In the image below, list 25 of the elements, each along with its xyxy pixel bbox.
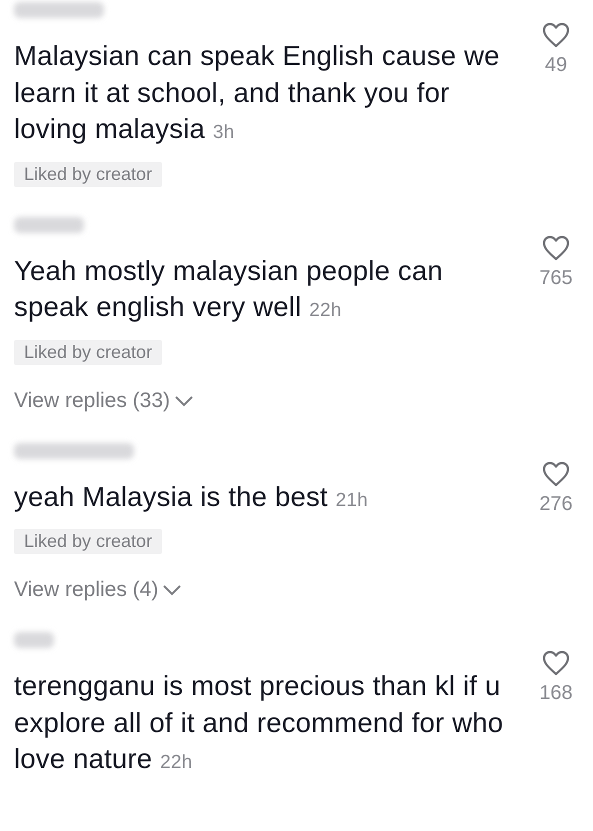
comment-time: 22h <box>160 752 192 773</box>
like-count: 276 <box>539 492 573 516</box>
blurred-username <box>14 632 54 648</box>
comment-time: 3h <box>212 122 234 143</box>
comment-text: Malaysian can speak English cause we learn it at school, and thank you for loving malaysia 3h <box>14 39 501 146</box>
liked-by-creator-label: Liked by creator <box>14 162 162 186</box>
like-count: 765 <box>539 266 573 290</box>
comment-time: 21h <box>336 490 368 510</box>
heart-icon[interactable] <box>542 460 570 486</box>
heart-icon[interactable] <box>542 234 570 260</box>
comment-time: 22h <box>309 300 342 321</box>
view-replies-button[interactable]: View replies (4) <box>14 578 182 602</box>
liked-by-creator-label: Liked by creator <box>14 340 162 364</box>
chevron-down-icon <box>162 584 182 596</box>
heart-icon[interactable] <box>542 650 570 676</box>
comment-text: yeah Malaysia is the best 21h <box>14 480 369 514</box>
liked-by-creator-label: Liked by creator <box>14 529 162 554</box>
blurred-username <box>14 216 84 232</box>
chevron-down-icon <box>174 394 194 406</box>
like-count: 168 <box>539 682 573 705</box>
like-count: 49 <box>544 54 568 77</box>
heart-icon[interactable] <box>542 22 570 48</box>
comment-text: Yeah mostly malaysian people can speak english very well 22h <box>14 254 444 324</box>
comment-text: terengganu is most precious than kl if u explore all of it and recommend for who love nature 22h <box>14 669 504 776</box>
view-replies-button[interactable]: View replies (33) <box>14 388 194 412</box>
